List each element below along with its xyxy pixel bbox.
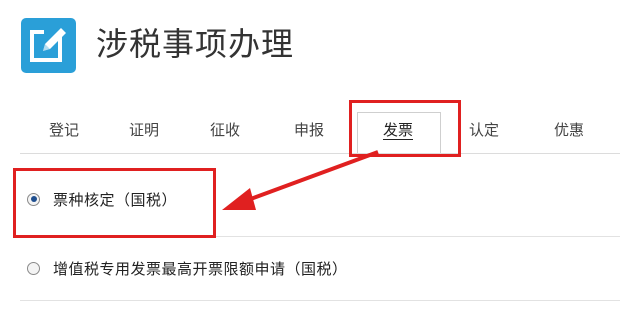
- annotation-arrow-icon: [222, 150, 379, 210]
- page-root: 涉税事项办理 登记 证明 征收 申报 发票 认定 优惠 票种核定（国税） 增值税…: [0, 0, 620, 309]
